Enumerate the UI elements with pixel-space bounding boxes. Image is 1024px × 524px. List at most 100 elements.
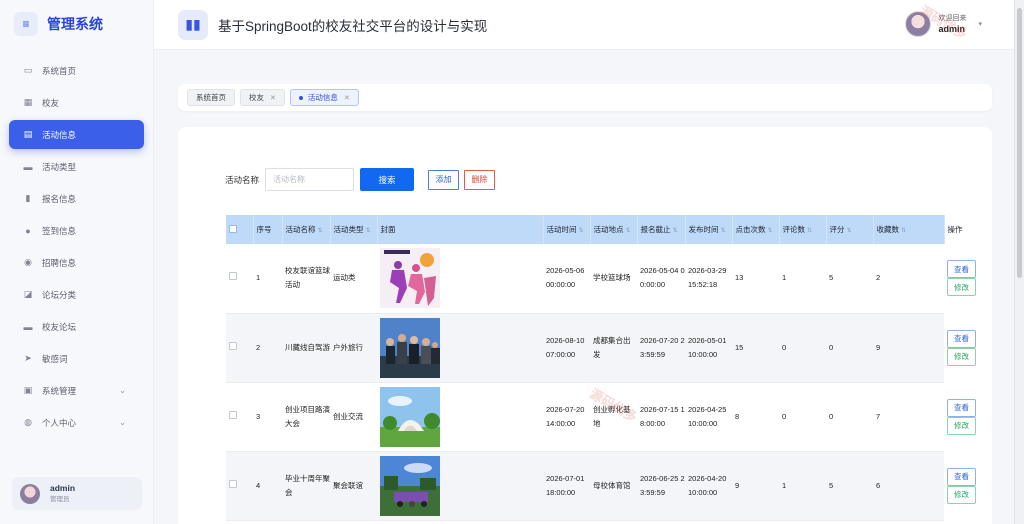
sidebar-item-4[interactable]: ▮ 报名信息 [9,184,144,213]
tab-label: 校友 [249,93,264,102]
add-button[interactable]: 添加 [428,169,460,190]
sidebar-item-5[interactable]: ● 签到信息 [9,216,144,245]
cell-deadline: 2026-07-15 18:00:00 [637,382,685,452]
sidebar-item-7[interactable]: ◪ 论坛分类 [9,280,144,309]
header: ▮▮ 基于SpringBoot的校友社交平台的设计与实现 欢迎回来 admin … [154,0,1014,50]
scrollbar-thumb[interactable] [1017,8,1022,278]
select-all-checkbox[interactable] [229,224,237,233]
row-checkbox[interactable] [229,341,237,350]
monitor-icon: ▭ [23,65,33,75]
edit-button[interactable]: 修改 [947,347,976,366]
cell-rating: 0 [826,382,873,452]
view-button[interactable]: 查看 [947,329,976,348]
cell-time: 2026-05-06 00:00:00 [543,244,590,314]
chevron-down-icon[interactable]: ⌄ [119,386,126,395]
column-header: 活动地点 [593,225,624,234]
view-button[interactable]: 查看 [947,260,976,279]
sidebar-item-3[interactable]: ▬ 活动类型 [9,152,144,181]
close-icon[interactable]: ✕ [270,94,276,102]
cell-clicks: 8 [732,382,779,452]
sort-icon[interactable]: ⇅ [318,228,323,234]
sort-icon[interactable]: ⇅ [807,228,812,234]
sort-icon[interactable]: ⇅ [847,228,852,234]
content-card: 活动名称 搜索 添加 删除 序号活动名称⇅活动类型⇅封面活动时间⇅活动地点⇅报名… [178,127,992,524]
row-select-cell [226,244,253,314]
header-cell[interactable]: 报名截止 ⇅ [637,215,686,244]
view-button[interactable]: 查看 [947,398,976,417]
sort-icon[interactable]: ⇅ [673,228,678,234]
header-cell[interactable]: 评论数 ⇅ [779,215,827,244]
header-cell[interactable]: 评分 ⇅ [826,215,874,244]
cell-rating: 5 [826,244,873,314]
page-scrollbar[interactable] [1014,0,1024,524]
header-cell: 序号 [253,215,283,244]
header-cell[interactable]: 活动类型 ⇅ [330,215,378,244]
tab-0[interactable]: 系统首页 [187,89,235,106]
search-label: 活动名称 [225,174,260,185]
caret-down-icon[interactable]: ▾ [978,20,982,28]
delete-button[interactable]: 删除 [464,169,496,190]
table-row[interactable]: 4 毕业十周年聚会 聚会联谊 2026-07-01 18:00:00 母校体育馆 2026… [226,451,976,521]
cell-favs: 6 [873,451,944,521]
cell-type: 创业交流 [330,382,377,452]
sort-icon[interactable]: ⇅ [579,228,584,234]
table-row[interactable]: 3 创业项目路演大会 创业交流 2026-07-20 14:00:00 创业孵化基地 20… [226,382,976,452]
row-checkbox[interactable] [229,272,237,281]
cell-name: 创业项目路演大会 [282,382,330,452]
sidebar-item-1[interactable]: ▦ 校友 [9,88,144,117]
sidebar-user-name: admin [50,482,76,493]
sidebar-item-0[interactable]: ▭ 系统首页 [9,56,144,85]
edit-button[interactable]: 修改 [947,416,976,435]
sort-icon[interactable]: ⇅ [626,228,631,234]
header-cell[interactable]: 点击次数 ⇅ [732,215,780,244]
view-button[interactable]: 查看 [947,467,976,486]
row-checkbox[interactable] [229,479,237,488]
active-dot [298,95,303,100]
edit-button[interactable]: 修改 [947,485,976,504]
search-input[interactable] [265,168,355,191]
sidebar: ≡ 管理系统 ▭ 系统首页 ▦ 校友 ▤ 活动信息 ▬ 活动类型 ▮ 报名信息 ● 签到信息 ◉ 招聘信息… [0,0,154,524]
tab-1[interactable]: 校友 ✕ [240,89,285,106]
search-row: 活动名称 搜索 添加 删除 [225,168,496,191]
header-cell[interactable]: 活动地点 ⇅ [590,215,638,244]
close-icon[interactable]: ✕ [344,94,350,102]
cell-name: 川藏线自驾游 [282,313,330,383]
sidebar-item-2[interactable]: ▤ 活动信息 [9,120,144,149]
sidebar-item-9[interactable]: ➤ 敏感词 [9,344,144,373]
sidebar-item-6[interactable]: ◉ 招聘信息 [9,248,144,277]
cell-type: 运动类 [330,244,377,314]
header-cell[interactable]: 活动时间 ⇅ [543,215,591,244]
table-header-row: 序号 活动名称 ⇅ 活动类型 ⇅ 封面 活动时间 ⇅ 活动地点 ⇅ 报名截止 ⇅ 发布时间 ⇅ 点击次数 ⇅ 评… [226,215,963,244]
sidebar-item-10[interactable]: ▣ 系统管理 ⌄ [9,376,144,405]
sort-icon[interactable]: ⇅ [768,228,773,234]
sort-icon[interactable]: ⇅ [366,228,371,234]
sidebar-item-11[interactable]: ◍ 个人中心 ⌄ [9,408,144,437]
row-checkbox[interactable] [229,410,237,419]
cell-comments: 1 [779,244,826,314]
brand: ≡ 管理系统 [0,0,153,48]
sidebar-item-label: 报名信息 [42,193,77,204]
sidebar-item-8[interactable]: ▬ 校友论坛 [9,312,144,341]
cell-publish: 2026-03-29 15:52:18 [685,244,732,314]
table-row[interactable]: 2 川藏线自驾游 户外旅行 2026-08-10 07:00:00 成都集合出发 2026… [226,313,976,383]
menu-lines-icon[interactable]: ≡ [14,12,38,36]
sidebar-menu: ▭ 系统首页 ▦ 校友 ▤ 活动信息 ▬ 活动类型 ▮ 报名信息 ● 签到信息 ◉ 招聘信息 ◪ 论坛分类 ▬ 校… [0,56,153,437]
tab-2[interactable]: 活动信息 ✕ [289,89,359,106]
sidebar-item-label: 活动信息 [42,129,77,140]
search-button[interactable]: 搜索 [360,168,415,191]
header-cell[interactable]: 活动名称 ⇅ [282,215,331,244]
cell-deadline: 2026-07-20 23:59:59 [637,313,685,383]
chevron-down-icon[interactable]: ⌄ [119,418,126,427]
table-row[interactable]: 1 校友联谊篮球活动 运动类 2026-05-06 00:00:00 学校篮球场 2026… [226,244,976,314]
column-header: 活动名称 [285,225,316,234]
edit-button[interactable]: 修改 [947,278,976,297]
column-header: 评分 [829,225,845,234]
cell-time: 2026-07-20 14:00:00 [543,382,590,452]
header-cell[interactable]: 发布时间 ⇅ [685,215,733,244]
sort-icon[interactable]: ⇅ [901,228,906,234]
sidebar-user-card[interactable]: admin 管理员 [12,477,142,510]
cell-publish: 2026-04-25 10:00:00 [685,382,732,452]
sort-icon[interactable]: ⇅ [721,228,726,234]
sidebar-item-label: 校友论坛 [42,321,77,332]
header-cell[interactable]: 收藏数 ⇅ [873,215,945,244]
